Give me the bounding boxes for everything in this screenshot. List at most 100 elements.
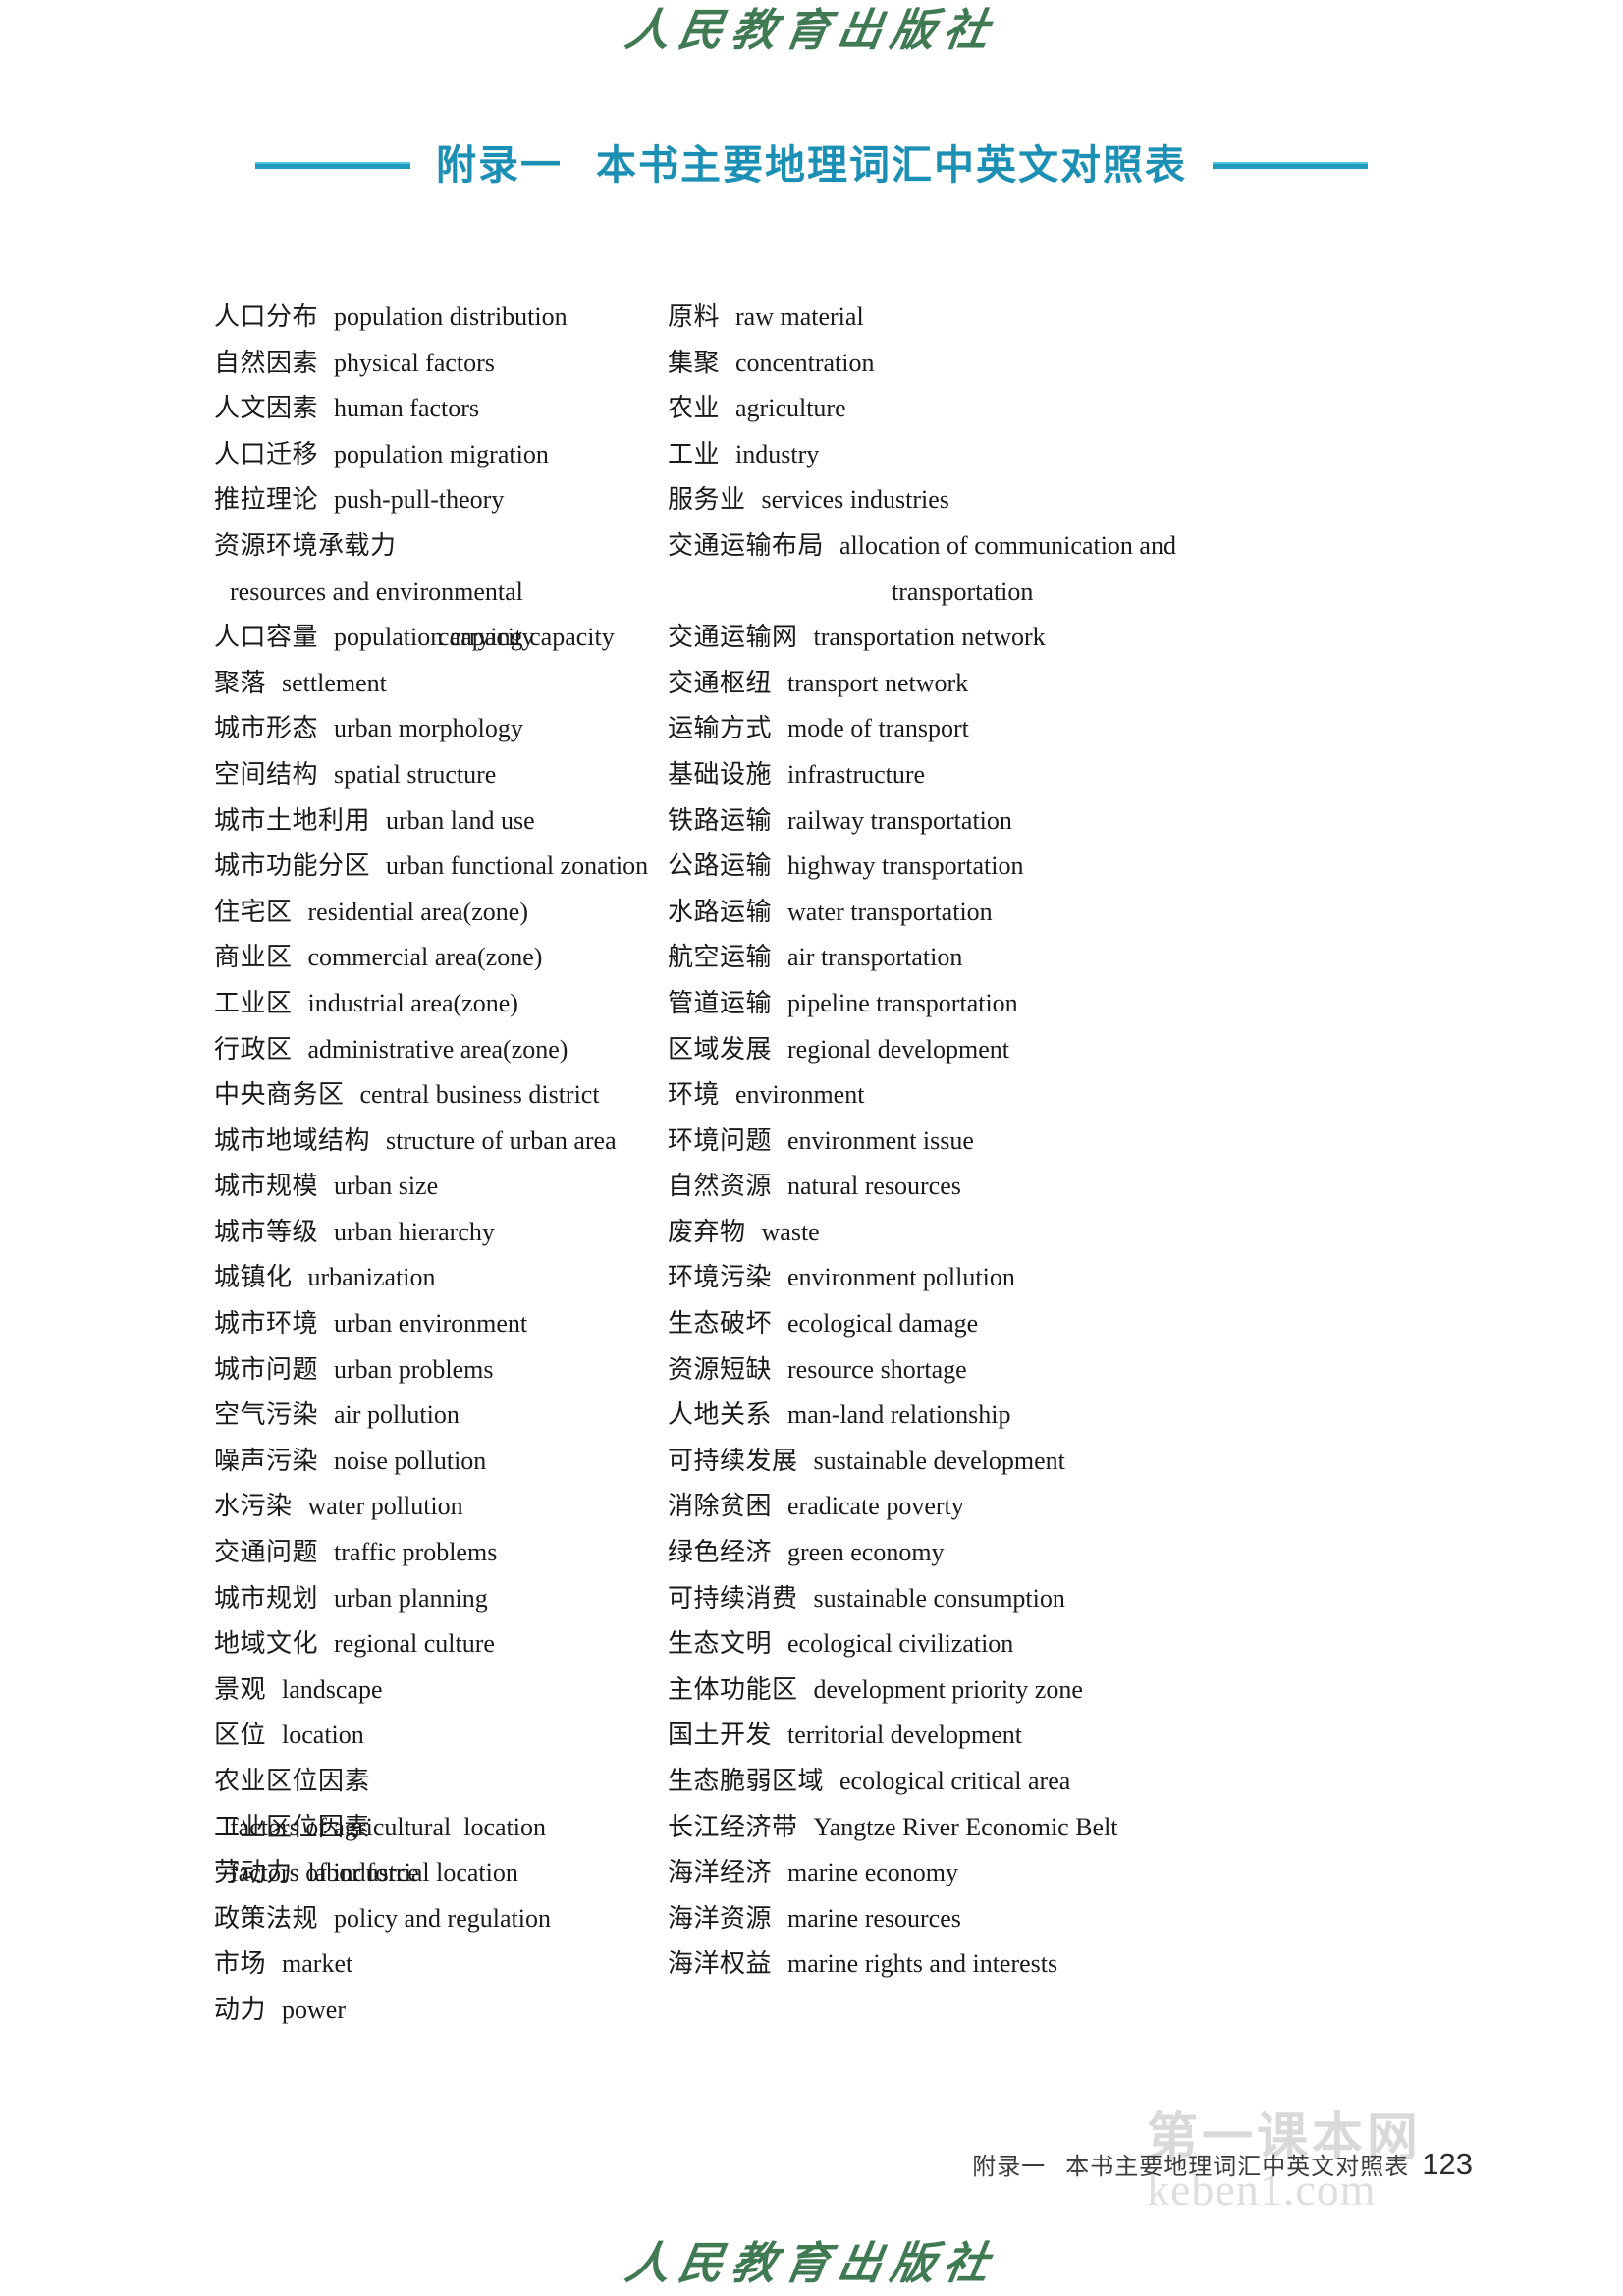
glossary-term-cn: 交通问题 (214, 1538, 319, 1568)
glossary-term-cn: 城市问题 (214, 1354, 319, 1385)
glossary-term-en: infrastructure (787, 759, 926, 789)
glossary-entry: 城市问题 urban problems (214, 1347, 668, 1394)
glossary-term-cn: 动力 (214, 1995, 267, 2025)
glossary-term-cn: 海洋权益 (668, 1949, 773, 1980)
glossary-term-en: green economy (787, 1538, 945, 1567)
glossary-term-en: allocation of communication and (839, 530, 1176, 560)
glossary-entry: 自然资源 natural resources (668, 1164, 1414, 1210)
glossary-term-cn: 空间结构 (214, 759, 319, 790)
glossary-entry: 人文因素 human factors (214, 386, 668, 432)
glossary-term-cn: 资源环境承载力 (214, 530, 397, 561)
glossary-term-en: structure of urban area (386, 1125, 617, 1155)
glossary-entry: 绿色经济 green economy (668, 1530, 1414, 1576)
page-footer: 附录一 本书主要地理词汇中英文对照表 123 (0, 2147, 1473, 2182)
glossary-term-en: human factors (334, 394, 480, 423)
glossary-term-cn: 中央商务区 (214, 1080, 345, 1111)
glossary-term-cn: 可持续消费 (668, 1583, 798, 1613)
glossary-term-cn: 城市规模 (214, 1172, 319, 1202)
glossary-entry: 商业区 commercial area(zone) (214, 935, 668, 981)
glossary-term-cn: 消除贫困 (668, 1492, 773, 1522)
glossary-term-cn: 交通枢纽 (668, 668, 773, 698)
footer-label: 附录一 本书主要地理词汇中英文对照表 (972, 2147, 1409, 2181)
glossary-entry: 城市环境 urban environment (214, 1301, 668, 1347)
glossary-entry: 人地关系 man-land relationship (668, 1393, 1414, 1439)
glossary-term-cn: 空气污染 (214, 1400, 319, 1431)
glossary-term-cn: 城市环境 (214, 1309, 319, 1339)
glossary-term-en: landscape (282, 1674, 383, 1704)
glossary-term-en: environment pollution (787, 1263, 1015, 1292)
footer-title: 本书主要地理词汇中英文对照表 (1065, 2153, 1410, 2180)
glossary-term-cn: 环境污染 (668, 1263, 773, 1293)
glossary-term-en: location (282, 1721, 364, 1750)
glossary-term-en: central business district (359, 1080, 600, 1110)
glossary-term-cn: 基础设施 (668, 759, 773, 790)
glossary-term-cn: 生态文明 (668, 1629, 773, 1660)
glossary-term-cn: 环境 (668, 1080, 721, 1111)
glossary-term-cn: 航空运输 (668, 943, 773, 973)
glossary-term-cn: 市场 (214, 1949, 267, 1980)
glossary-entry: 海洋经济 marine economy (668, 1850, 1414, 1896)
glossary-entry: 聚落 settlement (214, 661, 668, 707)
glossary-entry: 水污染 water pollution (214, 1484, 668, 1530)
glossary-term-en: agriculture (735, 394, 846, 423)
glossary-term-cn: 住宅区 (214, 897, 293, 927)
glossary-term-cn: 农业 (668, 394, 721, 424)
glossary-term-cn: 人文因素 (214, 394, 319, 424)
glossary-term-en-continuation: transportation (892, 576, 1034, 606)
glossary-term-cn: 城市形态 (214, 714, 319, 744)
glossary-term-en: sustainable consumption (813, 1583, 1065, 1613)
glossary-entry: 基础设施 infrastructure (668, 752, 1414, 798)
glossary-term-en: ecological civilization (787, 1629, 1014, 1659)
glossary-term-en: spatial structure (334, 759, 497, 789)
glossary-term-en: urban planning (334, 1583, 488, 1613)
glossary-term-cn: 地域文化 (214, 1629, 319, 1660)
glossary-term-en: urban morphology (334, 714, 523, 743)
glossary-term-en: marine resources (787, 1903, 961, 1933)
publisher-logo-top: 人民教育出版社 (622, 4, 1001, 56)
glossary: 人口分布 population distribution 自然因素 physical … (0, 295, 1623, 2034)
page-title: 附录一 本书主要地理词汇中英文对照表 (436, 145, 1187, 186)
glossary-term-en: push-pull-theory (334, 485, 505, 515)
glossary-term-cn: 人口分布 (214, 302, 319, 332)
glossary-term-en: administrative area(zone) (307, 1034, 568, 1064)
glossary-entry: 推拉理论 push-pull-theory (214, 477, 668, 523)
glossary-entry: 资源短缺 resource shortage (668, 1347, 1414, 1394)
glossary-entry: 政策法规 policy and regulation (214, 1896, 668, 1942)
glossary-term-en: resources and environmental (230, 576, 523, 606)
glossary-entry: 市场 market (214, 1941, 668, 1988)
glossary-term-en: sustainable development (813, 1446, 1065, 1475)
glossary-term-cn: 服务业 (668, 485, 746, 516)
glossary-column-right: 原料 raw material 集聚 concentration 农业 agricultu… (668, 295, 1414, 2034)
glossary-entry: 原料 raw material (668, 295, 1414, 341)
glossary-term-cn: 主体功能区 (668, 1674, 798, 1705)
glossary-term-cn: 绿色经济 (668, 1538, 773, 1568)
glossary-term-cn: 区位 (214, 1721, 267, 1751)
glossary-term-en: transport network (787, 668, 969, 697)
glossary-entry: 城镇化 urbanization (214, 1255, 668, 1301)
glossary-term-en: natural resources (787, 1172, 961, 1201)
glossary-entry: 农业区位因素 factors of agricultural location (214, 1759, 668, 1841)
glossary-entry: 废弃物 waste (668, 1210, 1414, 1256)
glossary-term-en: urbanization (307, 1263, 436, 1292)
glossary-term-en: man-land relationship (787, 1400, 1011, 1430)
glossary-term-en: commercial area(zone) (307, 943, 543, 972)
glossary-term-cn: 城市规划 (214, 1583, 319, 1613)
glossary-term-cn: 区域发展 (668, 1034, 773, 1065)
glossary-term-en: urban size (334, 1172, 439, 1201)
glossary-entry: 地域文化 regional culture (214, 1621, 668, 1667)
glossary-entry: 国土开发 territorial development (668, 1713, 1414, 1759)
glossary-term-en: population capacity (334, 623, 535, 652)
glossary-term-cn: 公路运输 (668, 851, 773, 882)
glossary-term-cn: 交通运输布局 (668, 530, 825, 561)
glossary-entry: 空气污染 air pollution (214, 1393, 668, 1439)
glossary-entry: 消除贫困 eradicate poverty (668, 1484, 1414, 1530)
glossary-term-cn: 工业区位因素 (214, 1812, 371, 1842)
glossary-entry: 可持续消费 sustainable consumption (668, 1576, 1414, 1622)
publisher-logo-bottom: 人民教育出版社 (622, 2237, 1001, 2289)
glossary-entry: 长江经济带 Yangtze River Economic Belt (668, 1805, 1414, 1851)
glossary-entry: 景观 landscape (214, 1667, 668, 1714)
title-rule-right (1213, 162, 1368, 169)
title-prefix: 附录一 (436, 141, 563, 189)
glossary-term-en: mode of transport (787, 714, 969, 743)
glossary-term-en: regional culture (334, 1629, 495, 1659)
